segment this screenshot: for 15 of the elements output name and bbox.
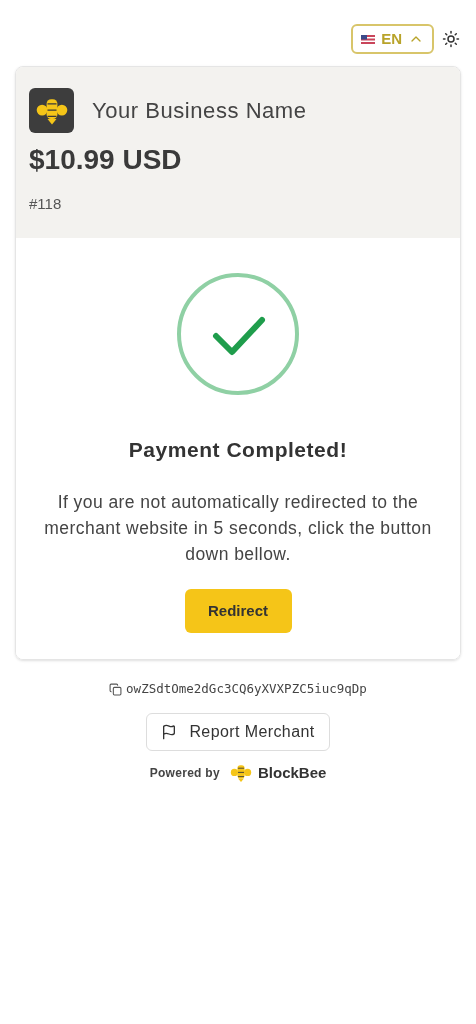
order-number: #118 [29,194,63,214]
success-check-icon [176,271,300,396]
status-title: Payment Completed! [128,436,348,463]
amount: $10.99 USD [29,143,183,177]
flag-outline-icon [161,723,178,740]
flag-icon [361,34,376,44]
copy-icon[interactable] [109,682,123,696]
merchant-name: Your Business Name [92,97,307,125]
redirect-button[interactable]: Redirect [184,589,292,633]
powered-by-label: Powered by [149,764,220,782]
theme-toggle-icon[interactable] [442,30,460,48]
report-merchant-button[interactable]: Report Merchant [146,712,330,751]
status-message: If you are not automatically redirected to the merchant website in 5 seconds, click the button down bellow. [43,491,433,566]
brand-name: BlockBee [258,762,327,783]
address-text: owZSdtOme2dGc3CQ6yXVXPZC5iuc9qDp [126,680,367,698]
